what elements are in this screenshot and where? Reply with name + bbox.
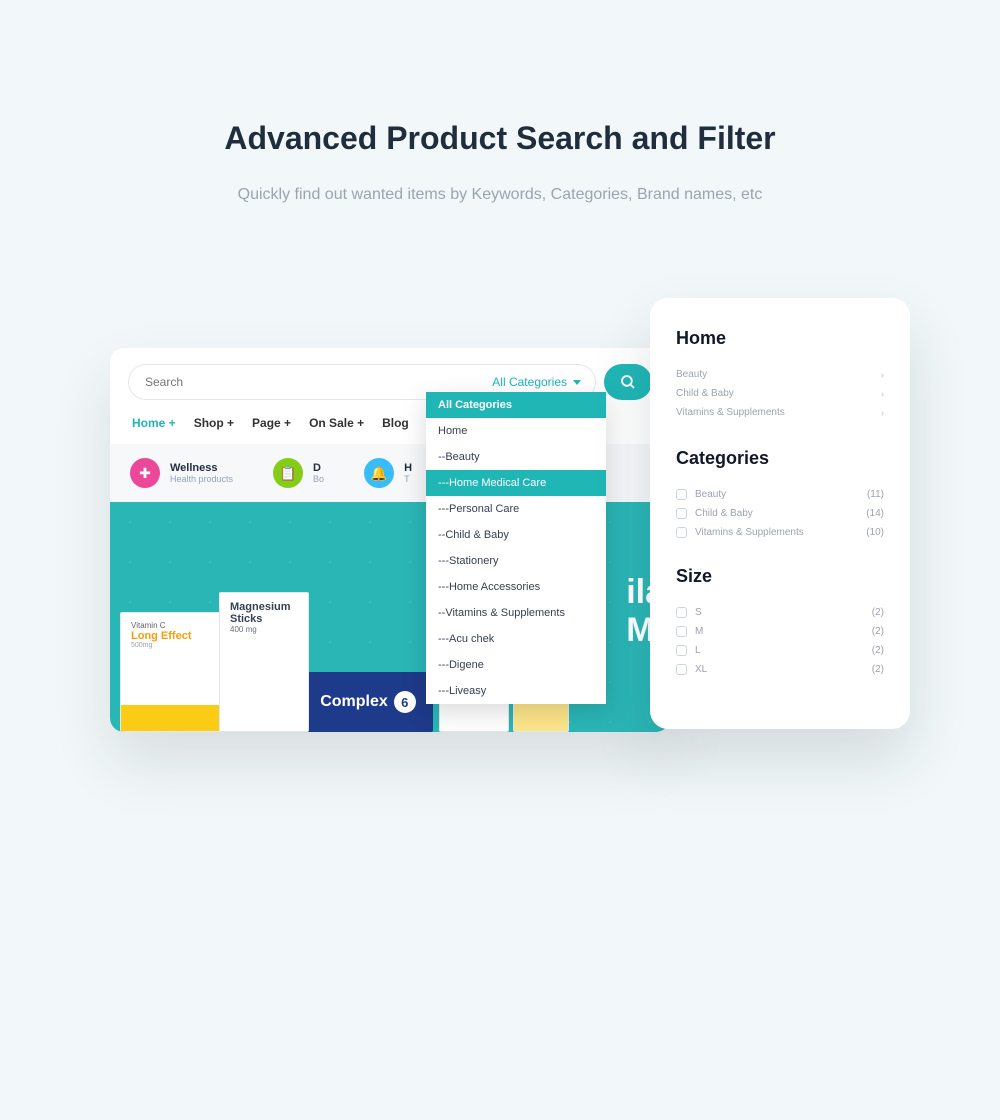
dropdown-item[interactable]: ---Acu chek [426, 626, 606, 652]
filter-label: XL [695, 664, 864, 675]
feature-subtitle: Health products [170, 474, 233, 484]
product-box-vitamin-c: Vitamin C Long Effect 500mg [120, 612, 225, 732]
chevron-right-icon: › [881, 389, 884, 399]
filter-label: Child & Baby [695, 508, 858, 519]
checkbox-icon [676, 664, 687, 675]
dropdown-item[interactable]: ---Home Accessories [426, 574, 606, 600]
dropdown-item[interactable]: --Beauty [426, 444, 606, 470]
filter-label: S [695, 607, 864, 618]
feature-title: Wellness [170, 462, 233, 474]
sidebar-link[interactable]: Beauty › [676, 365, 884, 384]
section-title-home: Home [676, 328, 884, 349]
category-dropdown: All Categories Home--Beauty---Home Medic… [426, 392, 606, 704]
dropdown-item[interactable]: ---Digene [426, 652, 606, 678]
chevron-down-icon [573, 380, 581, 385]
page-subtitle: Quickly find out wanted items by Keyword… [170, 181, 830, 208]
product-box-magnesium: Magnesium Sticks 400 mg [219, 592, 309, 732]
dropdown-item[interactable]: ---Stationery [426, 548, 606, 574]
filter-label: L [695, 645, 864, 656]
size-filter[interactable]: S (2) [676, 603, 884, 622]
site-preview-card: All Categories Home + Shop + Page + On Sale… [110, 348, 670, 732]
feature-title: D [313, 462, 324, 474]
product-sub: 400 mg [230, 625, 298, 634]
filter-count: (2) [872, 626, 884, 637]
product-name: Long Effect [131, 630, 214, 642]
nav-item[interactable]: Home + [132, 416, 176, 430]
category-filter[interactable]: Vitamins & Supplements (10) [676, 523, 884, 542]
product-name: Complex [320, 693, 388, 711]
nav-item[interactable]: On Sale + [309, 416, 364, 430]
size-filter[interactable]: L (2) [676, 641, 884, 660]
checkbox-icon [676, 645, 687, 656]
product-sub: 500mg [131, 642, 214, 649]
search-icon [619, 373, 637, 391]
search-input[interactable] [145, 375, 478, 389]
nav-item[interactable]: Shop + [194, 416, 234, 430]
nav-item[interactable]: Blog [382, 416, 409, 430]
filter-count: (2) [872, 607, 884, 618]
nav-item[interactable]: Page + [252, 416, 291, 430]
dropdown-item[interactable]: Home [426, 418, 606, 444]
sidebar-link-label: Child & Baby [676, 388, 734, 399]
filter-label: Vitamins & Supplements [695, 527, 858, 538]
checkbox-icon [676, 607, 687, 618]
section-title-size: Size [676, 566, 884, 587]
section-title-categories: Categories [676, 448, 884, 469]
dropdown-item[interactable]: --Child & Baby [426, 522, 606, 548]
search-button[interactable] [604, 364, 652, 400]
checkbox-icon [676, 527, 687, 538]
feature-subtitle: Bo [313, 474, 324, 484]
feature-item[interactable]: 📋 D Bo [273, 458, 324, 488]
feature-item[interactable]: ✚ Wellness Health products [130, 458, 233, 488]
checkbox-icon [676, 508, 687, 519]
category-select[interactable]: All Categories [478, 375, 595, 389]
feature-icon: 🔔 [364, 458, 394, 488]
feature-item[interactable]: 🔔 H T [364, 458, 412, 488]
filter-label: Beauty [695, 489, 859, 500]
feature-icon: ✚ [130, 458, 160, 488]
size-filter[interactable]: M (2) [676, 622, 884, 641]
size-filter[interactable]: XL (2) [676, 660, 884, 679]
product-stripe [121, 705, 224, 731]
page-title: Advanced Product Search and Filter [0, 120, 1000, 157]
feature-icon: 📋 [273, 458, 303, 488]
filter-count: (10) [866, 527, 884, 538]
category-select-label: All Categories [492, 375, 567, 389]
filter-label: M [695, 626, 864, 637]
filter-count: (2) [872, 645, 884, 656]
feature-subtitle: T [404, 474, 412, 484]
sidebar-link-label: Vitamins & Supplements [676, 407, 785, 418]
chevron-right-icon: › [881, 370, 884, 380]
product-name: Magnesium [230, 601, 298, 613]
category-filter[interactable]: Child & Baby (14) [676, 504, 884, 523]
chevron-right-icon: › [881, 408, 884, 418]
sidebar-link-label: Beauty [676, 369, 707, 380]
filter-count: (11) [867, 489, 884, 500]
checkbox-icon [676, 489, 687, 500]
dropdown-item[interactable]: --Vitamins & Supplements [426, 600, 606, 626]
product-sub: Sticks [230, 613, 298, 625]
feature-title: H [404, 462, 412, 474]
checkbox-icon [676, 626, 687, 637]
category-filter[interactable]: Beauty (11) [676, 485, 884, 504]
product-number: 6 [394, 691, 416, 713]
product-box-complex: Complex 6 [303, 672, 433, 732]
filter-sidebar: Home Beauty›Child & Baby›Vitamins & Supp… [650, 298, 910, 729]
sidebar-link[interactable]: Child & Baby › [676, 384, 884, 403]
filter-count: (14) [866, 508, 884, 519]
sidebar-link[interactable]: Vitamins & Supplements › [676, 403, 884, 422]
dropdown-item[interactable]: ---Home Medical Care [426, 470, 606, 496]
filter-count: (2) [872, 664, 884, 675]
product-brand: Vitamin C [131, 621, 214, 630]
dropdown-item[interactable]: ---Liveasy [426, 678, 606, 704]
dropdown-header[interactable]: All Categories [426, 392, 606, 418]
dropdown-item[interactable]: ---Personal Care [426, 496, 606, 522]
